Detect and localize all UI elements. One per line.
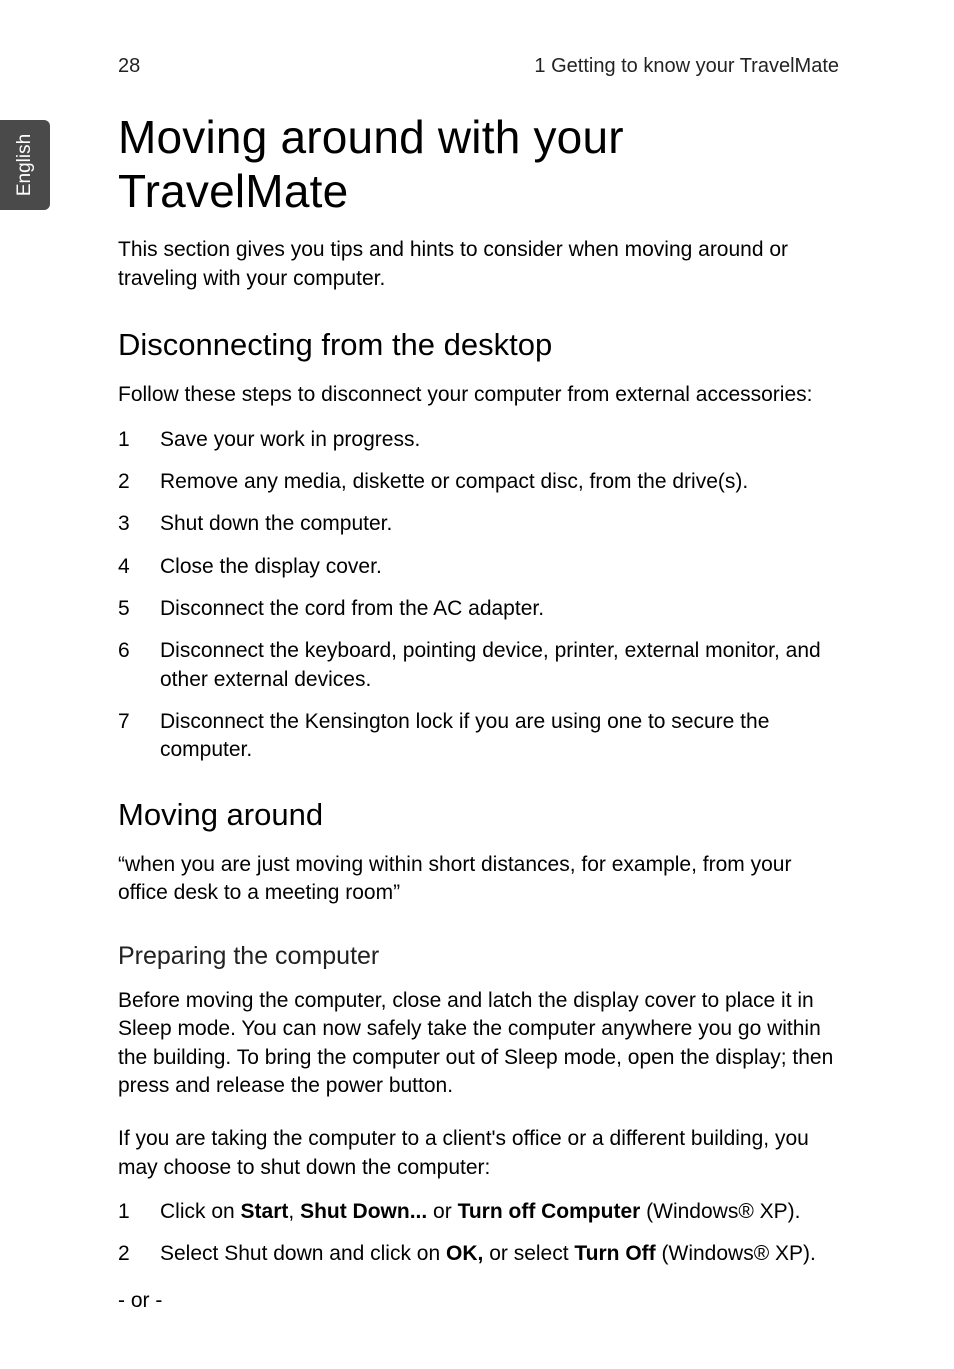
- or-text: - or -: [118, 1287, 838, 1316]
- shutdown-steps: Click on Start, Shut Down... or Turn off…: [118, 1198, 838, 1269]
- section-heading-disconnect: Disconnecting from the desktop: [118, 327, 838, 363]
- list-item: Close the display cover.: [118, 553, 838, 581]
- page: English 28 1 Getting to know your Travel…: [0, 0, 954, 1369]
- bold-text: OK,: [446, 1242, 483, 1265]
- moving-quote: “when you are just moving within short d…: [118, 851, 838, 908]
- disconnect-steps: Save your work in progress. Remove any m…: [118, 426, 838, 765]
- page-header: 28 1 Getting to know your TravelMate: [118, 55, 839, 78]
- list-item: Select Shut down and click on OK, or sel…: [118, 1240, 838, 1268]
- section-heading-moving: Moving around: [118, 797, 838, 833]
- page-number: 28: [118, 55, 140, 78]
- list-item: Disconnect the keyboard, pointing device…: [118, 637, 838, 694]
- list-item: Disconnect the cord from the AC adapter.: [118, 595, 838, 623]
- text-fragment: ,: [288, 1200, 300, 1223]
- page-title: Moving around with your TravelMate: [118, 110, 838, 218]
- bold-text: Shut Down...: [300, 1200, 427, 1223]
- subsection-heading-preparing: Preparing the computer: [118, 942, 838, 971]
- bold-text: Turn off Computer: [458, 1200, 641, 1223]
- intro-paragraph: This section gives you tips and hints to…: [118, 236, 838, 293]
- language-label: English: [14, 134, 36, 196]
- list-item: Disconnect the Kensington lock if you ar…: [118, 708, 838, 765]
- text-fragment: or: [427, 1200, 457, 1223]
- list-item: Shut down the computer.: [118, 510, 838, 538]
- text-fragment: (Windows® XP).: [656, 1242, 816, 1265]
- text-fragment: (Windows® XP).: [640, 1200, 800, 1223]
- running-title: 1 Getting to know your TravelMate: [534, 55, 839, 78]
- preparing-para2: If you are taking the computer to a clie…: [118, 1125, 838, 1182]
- preparing-para1: Before moving the computer, close and la…: [118, 987, 838, 1101]
- bold-text: Turn Off: [574, 1242, 655, 1265]
- text-fragment: or select: [483, 1242, 574, 1265]
- list-item: Save your work in progress.: [118, 426, 838, 454]
- language-tab: English: [0, 120, 50, 210]
- disconnect-lead: Follow these steps to disconnect your co…: [118, 381, 838, 410]
- list-item: Click on Start, Shut Down... or Turn off…: [118, 1198, 838, 1226]
- text-fragment: Select Shut down and click on: [160, 1242, 446, 1265]
- list-item: Remove any media, diskette or compact di…: [118, 468, 838, 496]
- content-area: Moving around with your TravelMate This …: [118, 100, 838, 1349]
- text-fragment: Click on: [160, 1200, 241, 1223]
- bold-text: Start: [241, 1200, 289, 1223]
